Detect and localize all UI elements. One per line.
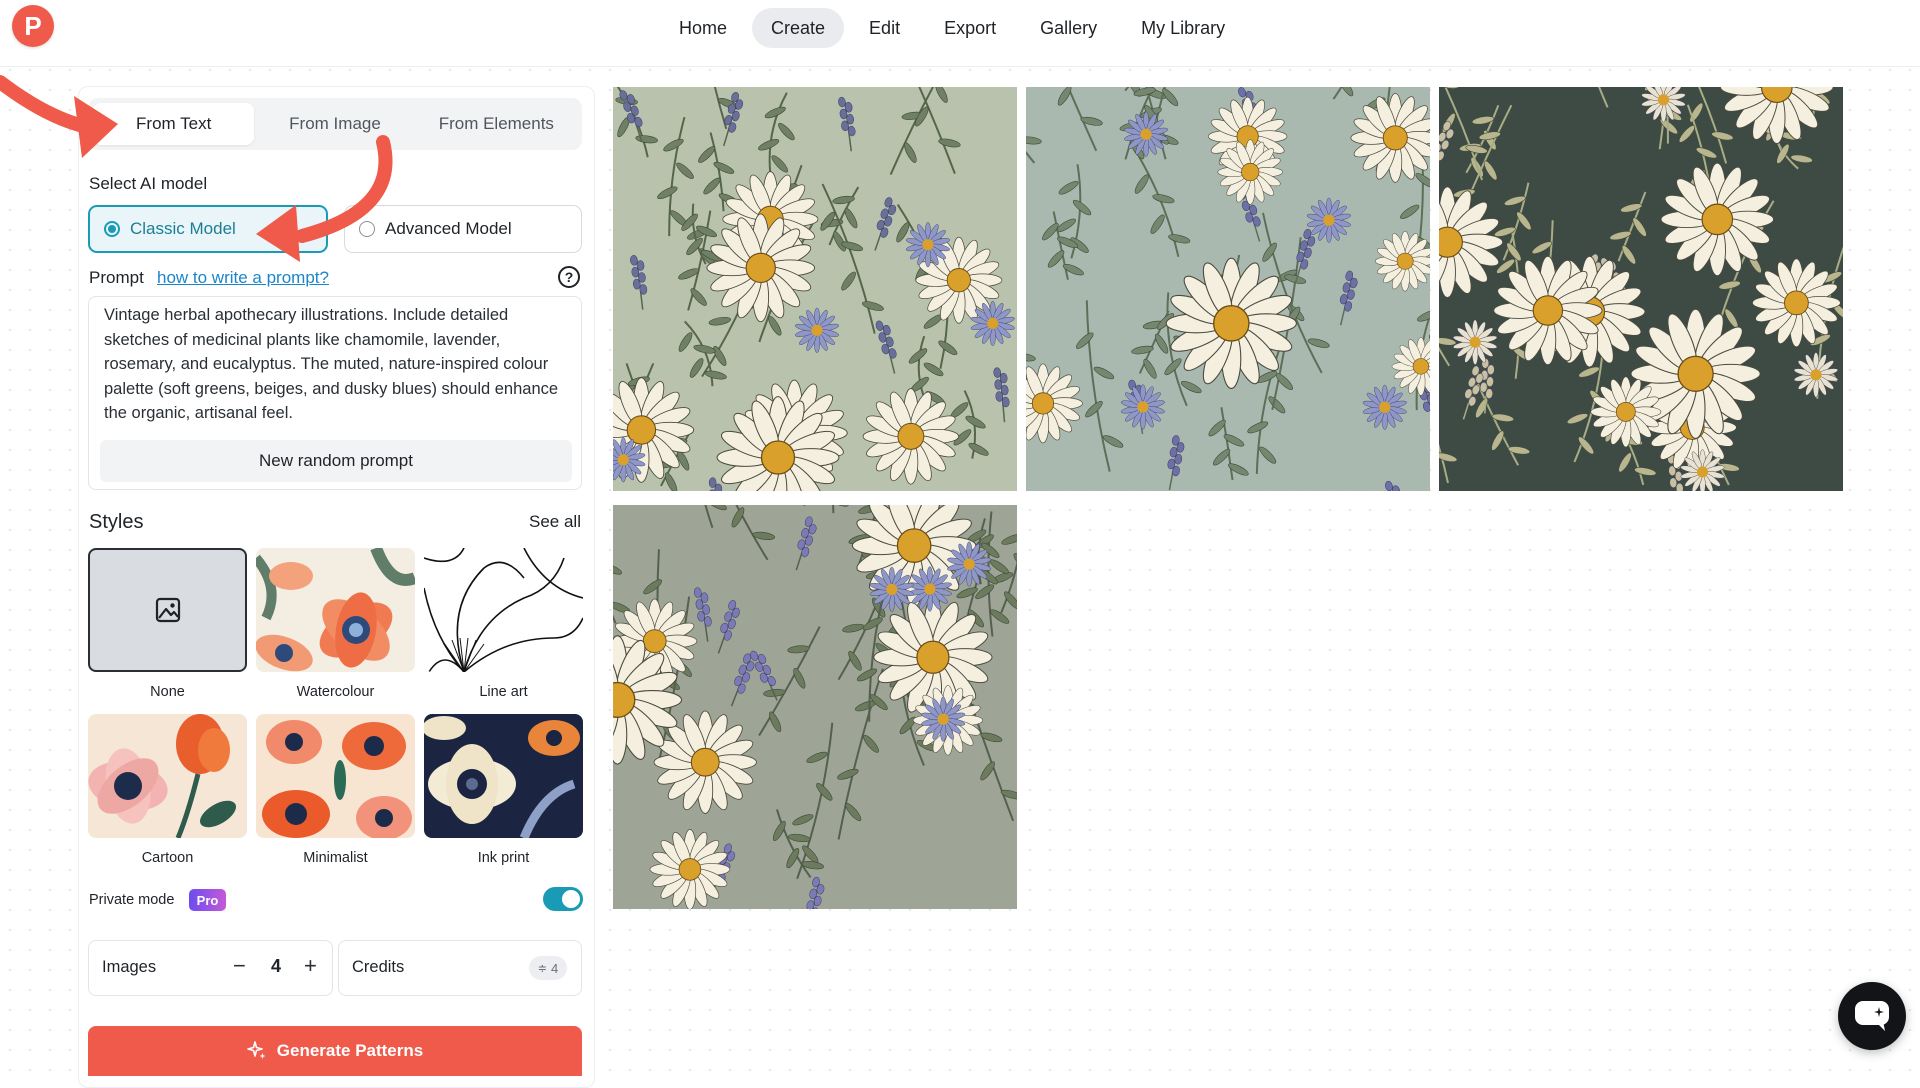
gallery-item-2[interactable] bbox=[1026, 87, 1430, 491]
style-watercolour[interactable]: Watercolour bbox=[256, 548, 415, 700]
private-mode-label: Private mode bbox=[89, 892, 174, 908]
style-ink-print-thumb bbox=[424, 714, 583, 838]
nav-gallery[interactable]: Gallery bbox=[1021, 8, 1116, 48]
style-ink-print[interactable]: Ink print bbox=[424, 714, 583, 866]
increase-images-button[interactable]: + bbox=[304, 953, 317, 979]
tab-from-elements[interactable]: From Elements bbox=[416, 103, 577, 145]
images-counter: Images − 4 + bbox=[88, 940, 333, 996]
pro-badge: Pro bbox=[189, 889, 226, 911]
style-watercolour-label: Watercolour bbox=[256, 684, 415, 700]
gallery-item-1[interactable] bbox=[613, 87, 1017, 491]
images-label: Images bbox=[102, 958, 156, 977]
generate-label: Generate Patterns bbox=[277, 1041, 423, 1061]
help-icon[interactable]: ? bbox=[558, 266, 580, 288]
coin-icon: ≑ bbox=[538, 962, 547, 975]
style-line-art[interactable]: Line art bbox=[424, 548, 583, 700]
nav-edit[interactable]: Edit bbox=[850, 8, 919, 48]
style-cartoon-label: Cartoon bbox=[88, 850, 247, 866]
gallery-item-3[interactable] bbox=[1439, 87, 1843, 491]
advanced-model-option[interactable]: Advanced Model bbox=[344, 205, 582, 253]
logo-icon[interactable]: P bbox=[12, 5, 54, 47]
radio-selected-icon bbox=[104, 221, 120, 237]
images-count: 4 bbox=[271, 956, 281, 977]
prompt-label: Prompt bbox=[89, 268, 144, 288]
classic-model-label: Classic Model bbox=[130, 219, 236, 239]
main-nav: Home Create Edit Export Gallery My Libra… bbox=[660, 8, 1244, 48]
new-random-prompt-button[interactable]: New random prompt bbox=[100, 440, 572, 482]
prompt-help-link[interactable]: how to write a prompt? bbox=[157, 268, 329, 288]
style-line-art-label: Line art bbox=[424, 684, 583, 700]
herbal-pattern-image bbox=[613, 87, 1017, 491]
generate-patterns-button[interactable]: Generate Patterns bbox=[88, 1026, 582, 1076]
prompt-text[interactable]: Vintage herbal apothecary illustrations.… bbox=[104, 303, 574, 426]
radio-empty-icon bbox=[359, 221, 375, 237]
private-mode-toggle[interactable] bbox=[543, 887, 583, 911]
style-minimalist[interactable]: Minimalist bbox=[256, 714, 415, 866]
decrease-images-button[interactable]: − bbox=[233, 953, 246, 979]
style-cartoon-thumb bbox=[88, 714, 247, 838]
herbal-pattern-image bbox=[1439, 87, 1843, 491]
source-tabs: From Text From Image From Elements bbox=[88, 98, 582, 150]
style-none-label: None bbox=[88, 684, 247, 700]
advanced-model-label: Advanced Model bbox=[385, 219, 512, 239]
sparkle-icon bbox=[247, 1041, 267, 1061]
tab-from-text[interactable]: From Text bbox=[93, 103, 254, 145]
style-none-thumb bbox=[88, 548, 247, 672]
herbal-pattern-image bbox=[1026, 87, 1430, 491]
credits-box: Credits ≑ 4 bbox=[338, 940, 582, 996]
nav-export[interactable]: Export bbox=[925, 8, 1015, 48]
style-cartoon[interactable]: Cartoon bbox=[88, 714, 247, 866]
style-watercolour-thumb bbox=[256, 548, 415, 672]
credits-pill: ≑ 4 bbox=[529, 956, 567, 980]
nav-create[interactable]: Create bbox=[752, 8, 844, 48]
style-line-art-thumb bbox=[424, 548, 583, 672]
chat-button[interactable] bbox=[1838, 982, 1906, 1050]
style-minimalist-thumb bbox=[256, 714, 415, 838]
chat-icon bbox=[1853, 999, 1891, 1033]
top-bar: P Home Create Edit Export Gallery My Lib… bbox=[0, 0, 1920, 67]
nav-my-library[interactable]: My Library bbox=[1122, 8, 1244, 48]
image-placeholder-icon bbox=[155, 597, 181, 623]
see-all-link[interactable]: See all bbox=[529, 512, 581, 532]
credits-value: 4 bbox=[551, 961, 558, 976]
classic-model-option[interactable]: Classic Model bbox=[88, 205, 328, 253]
style-none[interactable]: None bbox=[88, 548, 247, 700]
gallery-item-4[interactable] bbox=[613, 505, 1017, 909]
style-ink-print-label: Ink print bbox=[424, 850, 583, 866]
tab-from-image[interactable]: From Image bbox=[254, 103, 415, 145]
styles-title: Styles bbox=[89, 511, 143, 534]
model-heading: Select AI model bbox=[89, 174, 207, 194]
style-minimalist-label: Minimalist bbox=[256, 850, 415, 866]
nav-home[interactable]: Home bbox=[660, 8, 746, 48]
herbal-pattern-image bbox=[613, 505, 1017, 909]
credits-label: Credits bbox=[352, 958, 404, 977]
